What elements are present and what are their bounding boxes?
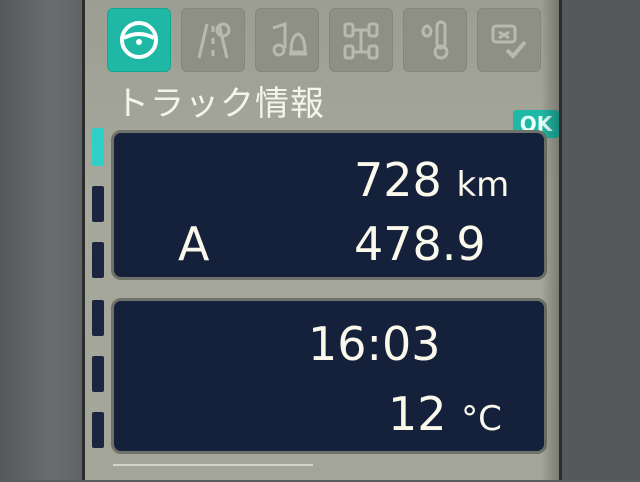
scroll-indicator-segment (92, 300, 104, 336)
distance-unit: km (456, 165, 510, 205)
road-icon (197, 22, 231, 59)
steering-wheel-icon (120, 21, 158, 59)
tab-road[interactable] (181, 8, 245, 72)
trip-label: A (178, 217, 210, 271)
tab-axles[interactable] (329, 8, 393, 72)
screen-shadow (541, 0, 559, 480)
music-bell-icon (272, 21, 307, 57)
scroll-indicator-segment (92, 412, 104, 448)
trip-panel: 728 km A 478.9 (111, 130, 547, 280)
scroll-indicator-segment (92, 356, 104, 392)
settings-check-icon (491, 24, 527, 59)
distance-readout: 728 km (354, 153, 509, 212)
distance-value: 728 (354, 153, 442, 207)
temperature-readout: 12 °C (388, 387, 502, 446)
tab-settings[interactable] (477, 8, 541, 72)
tab-audio[interactable] (255, 8, 319, 72)
page-title: トラック情報 (115, 84, 325, 124)
clock-panel: 16:03 12 °C (111, 298, 547, 454)
tab-bar (107, 8, 541, 74)
thermometer-drop-icon (421, 20, 449, 60)
next-section-hint (113, 464, 313, 482)
trip-value: 478.9 (354, 217, 486, 271)
scroll-indicator-segment (92, 242, 104, 278)
axle-icon (343, 22, 379, 60)
scroll-indicator-active (92, 128, 104, 166)
clock-time: 16:03 (308, 317, 441, 371)
tab-truck-info[interactable] (107, 8, 171, 72)
temperature-unit: °C (461, 399, 502, 439)
scroll-indicator-segment (92, 186, 104, 222)
display-screen: トラック情報 OK 728 km A 478.9 16:03 12 °C (82, 0, 562, 480)
temperature-value: 12 (388, 387, 447, 441)
tab-temperature[interactable] (403, 8, 467, 72)
